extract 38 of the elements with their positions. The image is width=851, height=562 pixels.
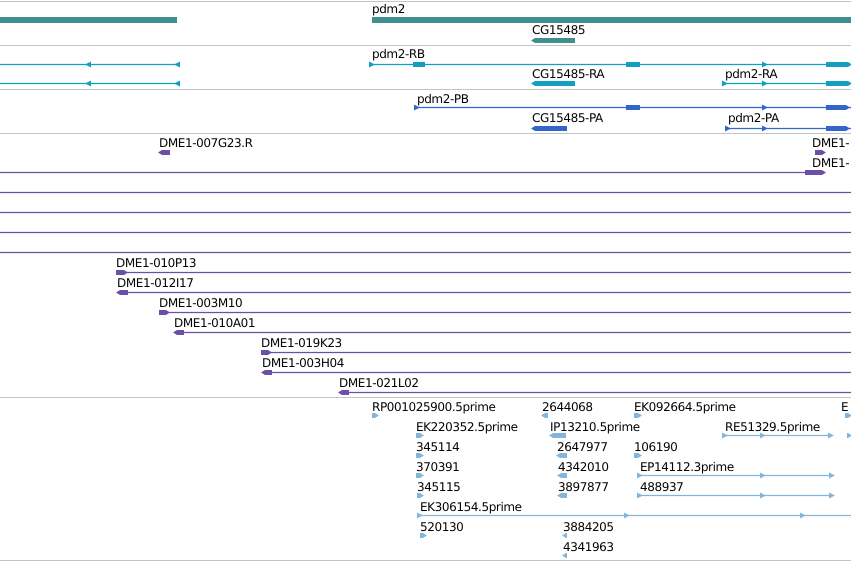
- feature-label: RE51329.5prime: [725, 420, 820, 434]
- feature-label: EK220352.5prime: [416, 420, 518, 434]
- feature-label: DME1-021L02: [339, 376, 419, 390]
- feature-label: RP001025900.5prime: [372, 400, 496, 414]
- feature-label: 2647977: [557, 440, 608, 454]
- feature-label: 3884205: [563, 520, 614, 534]
- feature-label: DME1-003M10: [159, 296, 242, 310]
- feature-label: DME1-: [812, 156, 850, 170]
- feature-label: EK092664.5prime: [634, 400, 736, 414]
- feature-label: DME1-007G23.R: [159, 136, 253, 150]
- feature-label: 370391: [416, 460, 460, 474]
- feature-label: 106190: [634, 440, 678, 454]
- feature-label: 4342010: [558, 460, 609, 474]
- feature-label: CG15485-RA: [532, 67, 604, 81]
- feature-label: pdm2-RA: [725, 67, 778, 81]
- feature-label: EK306154.5prime: [420, 500, 522, 514]
- feature-label: CG15485: [532, 23, 586, 37]
- feature-label: E: [841, 400, 848, 414]
- feature-label: DME1-: [812, 136, 850, 150]
- feature-label: DME1-010P13: [116, 256, 196, 270]
- feature-label: DME1-010A01: [174, 316, 256, 330]
- feature-label: pdm2-RB: [372, 47, 425, 61]
- feature-label: 345115: [417, 480, 460, 494]
- feature-label: 2644068: [542, 400, 593, 414]
- feature-label: DME1-012I17: [117, 276, 194, 290]
- feature-label: pdm2-PA: [728, 111, 779, 125]
- feature-label: 488937: [640, 480, 684, 494]
- feature-label: EP14112.3prime: [640, 460, 734, 474]
- feature-label: 3897877: [558, 480, 609, 494]
- feature-label: IP13210.5prime: [550, 420, 640, 434]
- feature-label: DME1-003H04: [262, 356, 344, 370]
- feature-label: pdm2: [372, 2, 405, 16]
- feature-label: pdm2-PB: [417, 92, 469, 106]
- feature-label: 345114: [416, 440, 460, 454]
- feature-label: 4341963: [563, 540, 614, 554]
- feature-label: DME1-019K23: [261, 336, 342, 350]
- feature-label: CG15485-PA: [532, 111, 603, 125]
- feature-label: 520130: [420, 520, 464, 534]
